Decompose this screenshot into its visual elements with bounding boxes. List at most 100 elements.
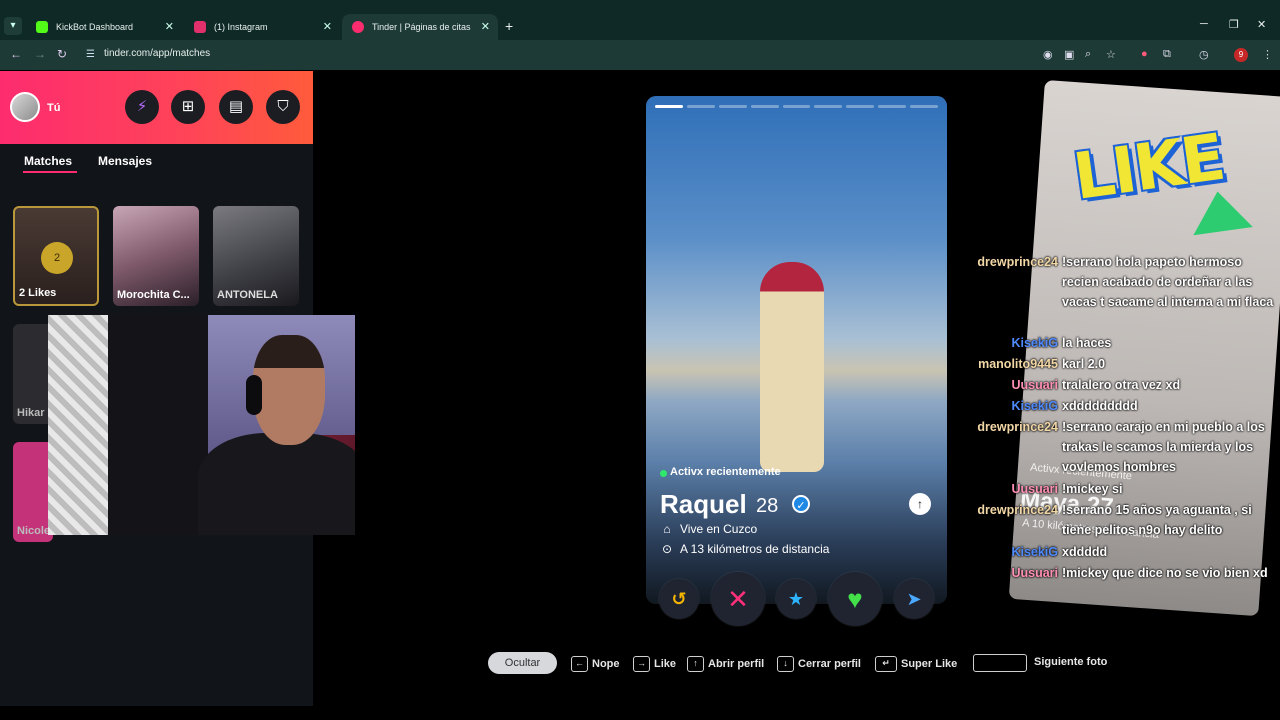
- user-label[interactable]: Tú: [47, 102, 60, 114]
- reload-icon[interactable]: ↻: [57, 47, 67, 61]
- boost-send-button[interactable]: ➤: [894, 579, 934, 619]
- extension-dot-icon[interactable]: ●: [1141, 48, 1148, 60]
- chat-username[interactable]: drewprince24: [977, 500, 1058, 520]
- home-icon: ⌂: [663, 522, 671, 536]
- briefcase-icon[interactable]: ▤: [219, 90, 253, 124]
- chat-username[interactable]: Uusuari: [1011, 479, 1058, 499]
- nope-button[interactable]: ✕: [711, 572, 765, 626]
- minimize-icon[interactable]: ─: [1200, 18, 1208, 30]
- close-tab-icon[interactable]: ✕: [323, 14, 332, 40]
- likes-card[interactable]: 2 2 Likes: [13, 206, 99, 306]
- chat-username[interactable]: Uusuari: [1011, 563, 1058, 583]
- tab-messages[interactable]: Mensajes: [98, 154, 152, 168]
- webcam-poster: [48, 315, 108, 535]
- rewind-button[interactable]: ↺: [659, 579, 699, 619]
- match-card[interactable]: Hikar: [13, 324, 53, 424]
- active-tab-indicator: [23, 171, 77, 173]
- chat-username[interactable]: KisekiG: [1011, 333, 1058, 353]
- likes-count: 2: [41, 242, 73, 274]
- chat-text: xddddd: [1062, 545, 1108, 559]
- url-text: tinder.com/app/matches: [104, 48, 211, 59]
- profile-card[interactable]: Activx recientemente Raquel 28 ✓ ↑ ⌂ Vive…: [646, 96, 947, 604]
- browser-toolbar: ← → ↻ ☰ tinder.com/app/matches ◉ ▣ ⌕ ☆ ●…: [0, 40, 1280, 70]
- profile-age: 28: [756, 495, 779, 517]
- like-button[interactable]: ♥: [828, 572, 882, 626]
- browser-tab-strip: ▾ KickBot Dashboard ✕ (1) Instagram ✕ Ti…: [0, 0, 1280, 40]
- chat-text: !mickey que dice no se vio bien xd: [1062, 566, 1268, 580]
- match-card[interactable]: Nicole: [13, 442, 53, 542]
- space-key-icon: [973, 654, 1027, 672]
- profile-distance: ⊙ A 13 kilómetros de distancia: [661, 542, 830, 556]
- shortcut-super-like: ↵ Super Like: [875, 656, 957, 672]
- down-arrow-key-icon: ↓: [777, 656, 794, 672]
- photo-progress-segment: [655, 105, 683, 108]
- bookmark-star-icon[interactable]: ☆: [1106, 48, 1116, 61]
- match-name: ANTONELA: [217, 289, 278, 301]
- webcam-overlay: [48, 315, 355, 535]
- chat-text: !serrano 15 años ya aguanta , si tiene p…: [1062, 503, 1252, 537]
- sidebar-tabs: Matches Mensajes: [0, 154, 313, 176]
- up-arrow-key-icon: ↑: [687, 656, 704, 672]
- match-name: Morochita C...: [117, 289, 190, 301]
- location-icon[interactable]: ◉: [1043, 48, 1053, 61]
- chat-username[interactable]: drewprince24: [977, 252, 1058, 272]
- like-logo: LIKE: [1058, 108, 1254, 262]
- photo-progress-segment: [782, 105, 811, 108]
- cast-icon[interactable]: ▣: [1064, 48, 1074, 61]
- tab-kickbot[interactable]: KickBot Dashboard ✕: [26, 14, 182, 40]
- new-tab-icon[interactable]: +: [505, 18, 513, 34]
- like-logo-triangle-icon: [1187, 187, 1253, 236]
- history-icon[interactable]: ◷: [1199, 48, 1209, 61]
- chat-username[interactable]: KisekiG: [1011, 542, 1058, 562]
- tab-matches[interactable]: Matches: [24, 154, 72, 168]
- tab-search-icon[interactable]: ▾: [4, 17, 22, 35]
- chat-text: karl 2.0: [1062, 357, 1106, 371]
- tab-title: KickBot Dashboard: [56, 22, 134, 32]
- match-name: Nicole: [17, 525, 51, 537]
- tab-instagram[interactable]: (1) Instagram ✕: [184, 14, 340, 40]
- match-card[interactable]: Morochita C...: [113, 206, 199, 306]
- shortcut-open-profile: ↑ Abrir perfil: [687, 656, 764, 672]
- close-tab-icon[interactable]: ✕: [481, 14, 490, 40]
- address-bar[interactable]: ☰ tinder.com/app/matches: [80, 44, 1130, 66]
- shortcut-close-profile: ↓ Cerrar perfil: [777, 656, 861, 672]
- match-card[interactable]: ANTONELA: [213, 206, 299, 306]
- tab-title: Tinder | Páginas de citas: [372, 22, 471, 32]
- site-info-icon[interactable]: ☰: [86, 49, 95, 60]
- chat-username[interactable]: manolito9445: [978, 354, 1058, 374]
- photo-progress-segment: [878, 105, 907, 108]
- chat-text: la haces: [1062, 336, 1112, 350]
- chat-text: !mickey si: [1062, 482, 1123, 496]
- photo-progress-segment: [750, 105, 779, 108]
- close-tab-icon[interactable]: ✕: [165, 14, 174, 40]
- forward-icon[interactable]: →: [34, 47, 46, 61]
- activity-status: Activx recientemente: [670, 466, 781, 478]
- explore-icon[interactable]: ⊞: [171, 90, 205, 124]
- extensions-icon[interactable]: ⧉: [1163, 48, 1171, 61]
- chat-username[interactable]: Uusuari: [1011, 375, 1058, 395]
- tab-tinder[interactable]: Tinder | Páginas de citas ✕: [342, 14, 498, 40]
- profile-badge[interactable]: 9: [1234, 48, 1248, 62]
- shield-icon[interactable]: ⛉: [266, 90, 300, 124]
- chat-username[interactable]: KisekiG: [1011, 396, 1058, 416]
- headphones-icon: [246, 375, 262, 415]
- super-like-button[interactable]: ★: [776, 579, 816, 619]
- tinder-favicon-icon: [352, 21, 364, 33]
- tab-title: (1) Instagram: [214, 22, 268, 32]
- open-profile-arrow-icon[interactable]: ↑: [909, 493, 931, 515]
- match-name: Hikar: [17, 407, 45, 419]
- close-window-icon[interactable]: ✕: [1257, 18, 1266, 31]
- right-arrow-key-icon: →: [633, 656, 650, 672]
- zoom-icon[interactable]: ⌕: [1085, 48, 1091, 61]
- hide-shortcuts-button[interactable]: Ocultar: [488, 652, 557, 674]
- back-icon[interactable]: ←: [10, 47, 22, 61]
- chat-username[interactable]: drewprince24: [977, 417, 1058, 437]
- avatar[interactable]: [10, 92, 40, 122]
- enter-key-icon: ↵: [875, 656, 897, 672]
- chat-text: !serrano hola papeto hermoso recien acab…: [1062, 255, 1274, 309]
- menu-kebab-icon[interactable]: ⋮: [1262, 48, 1273, 61]
- maximize-icon[interactable]: ❐: [1229, 18, 1239, 31]
- likes-label: 2 Likes: [19, 287, 57, 299]
- photo-progress-segment: [718, 105, 747, 108]
- boost-bolt-icon[interactable]: ⚡: [125, 90, 159, 124]
